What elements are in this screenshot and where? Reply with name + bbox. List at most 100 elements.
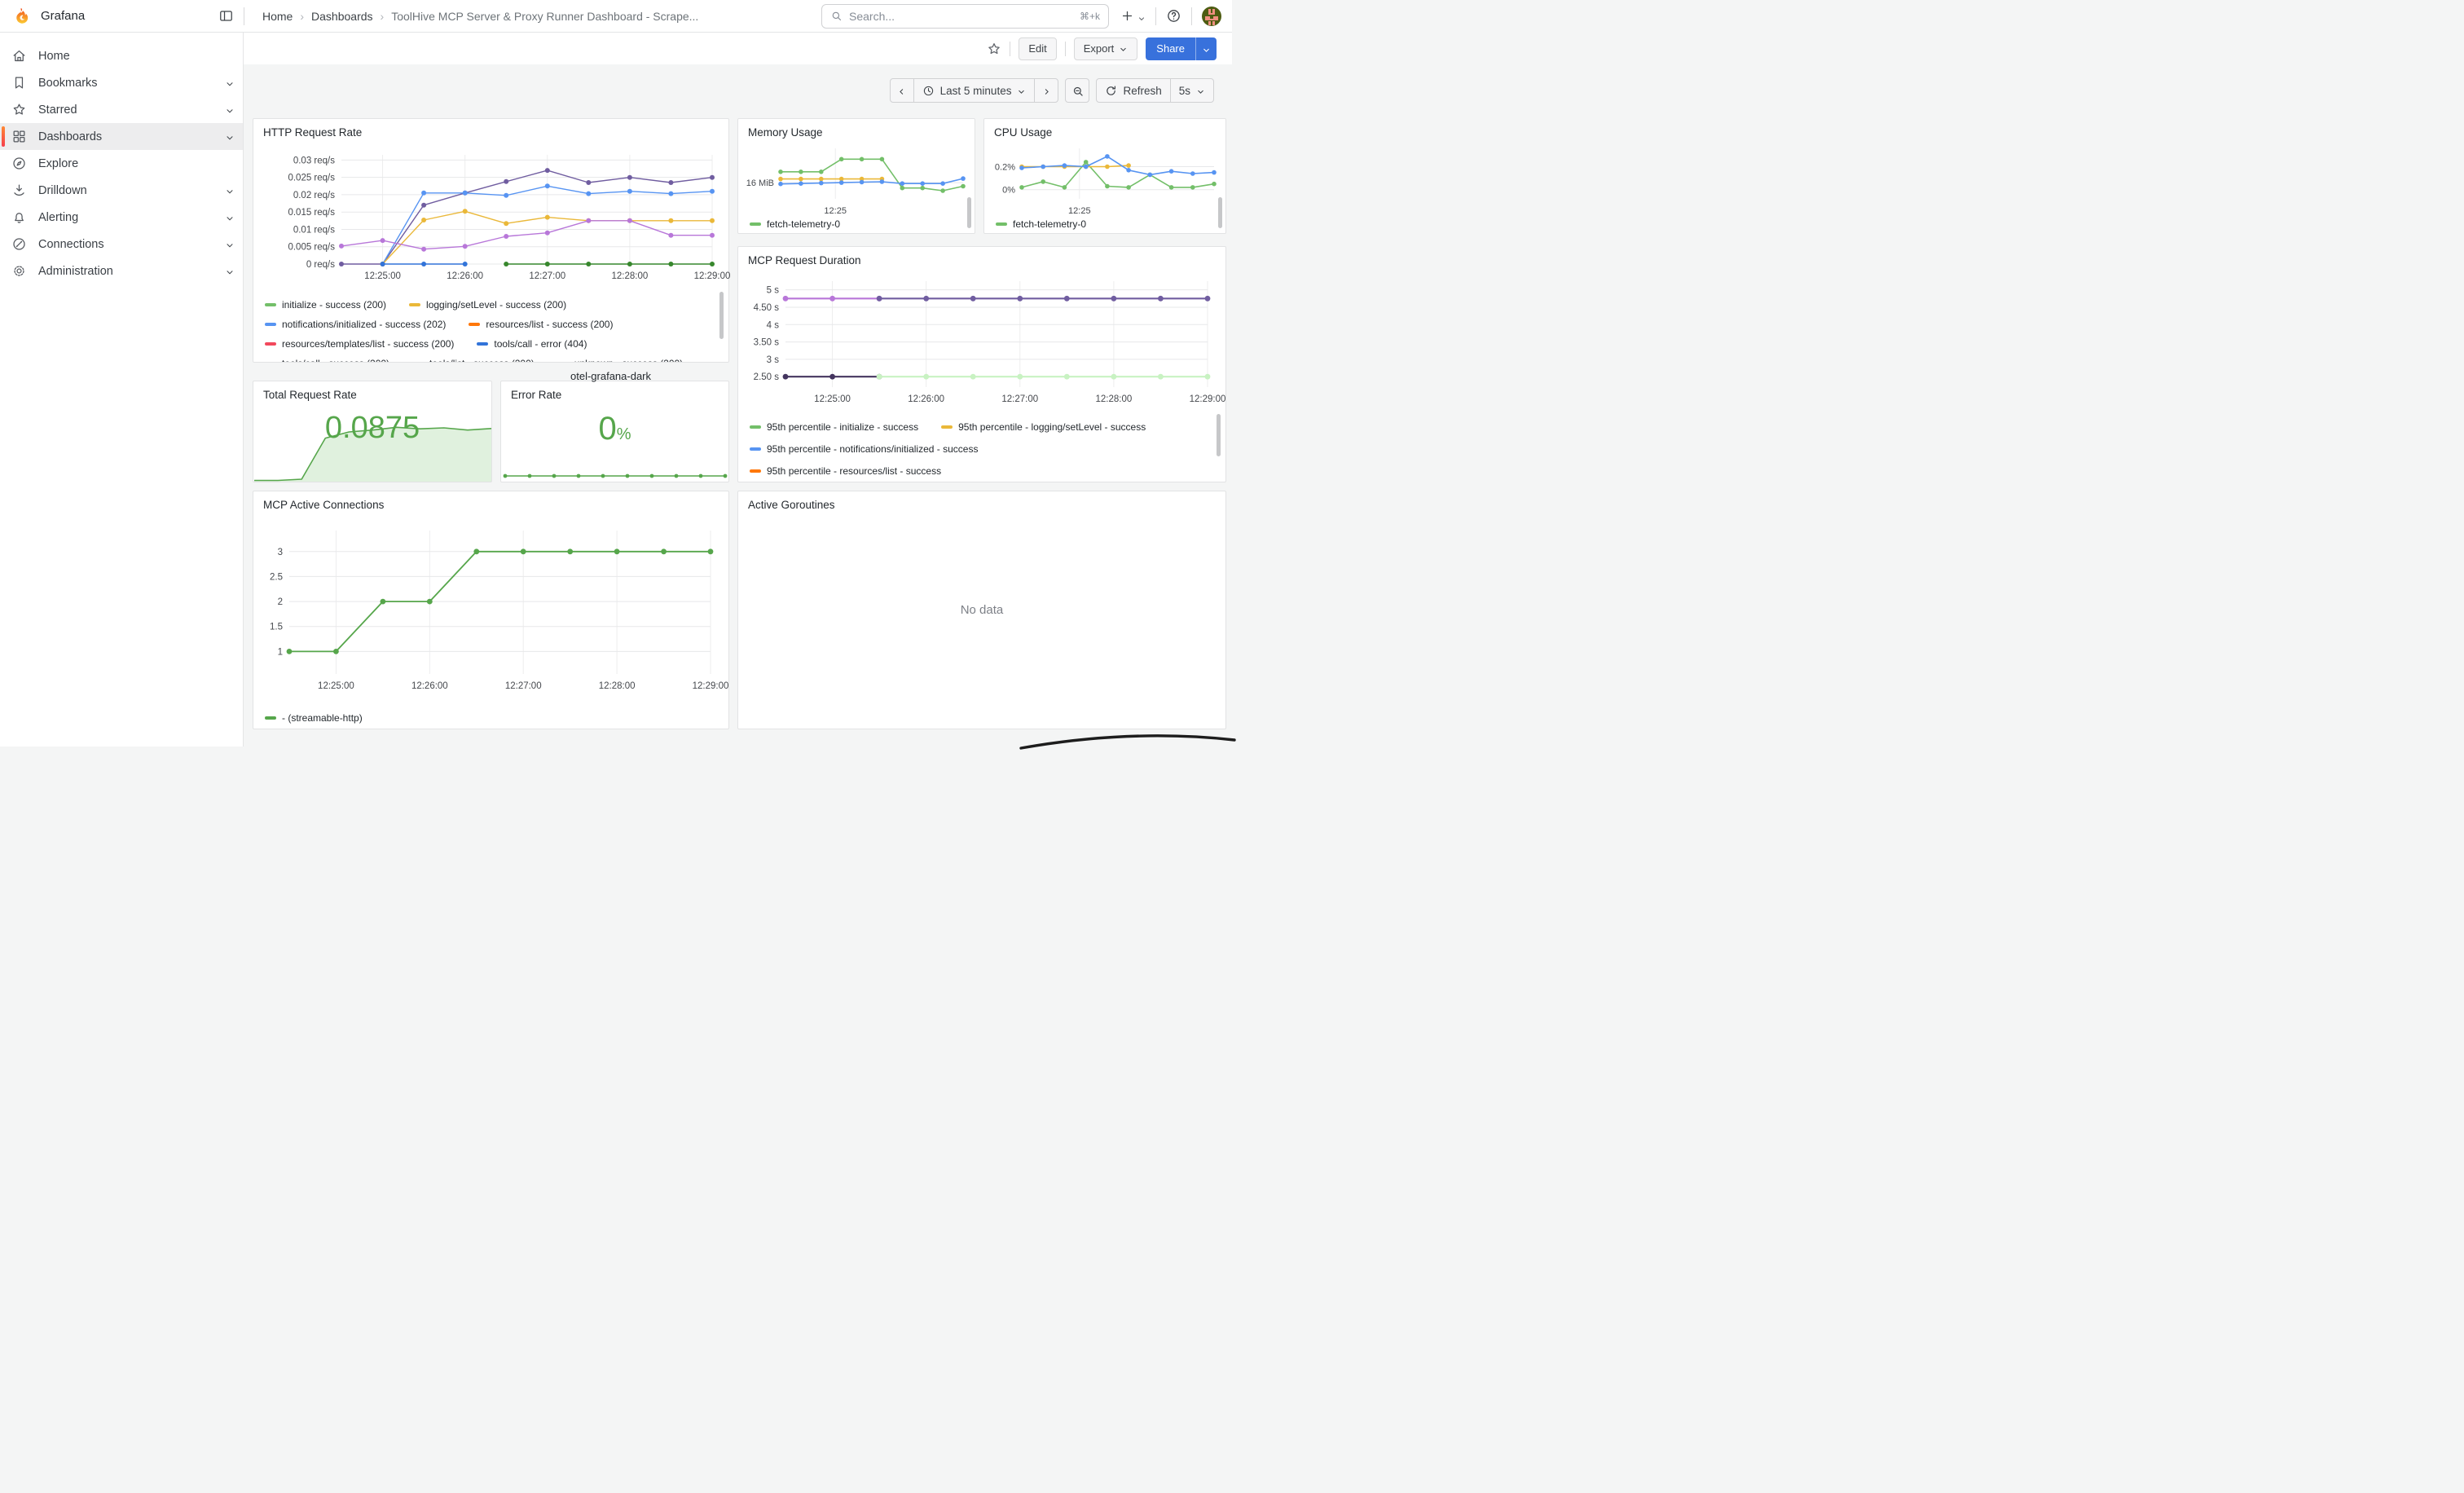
legend-item[interactable]: 95th percentile - resources/list - succe… xyxy=(750,465,941,477)
search-input[interactable]: Search... ⌘+k xyxy=(821,4,1109,29)
panel-title[interactable]: CPU Usage xyxy=(984,119,1225,139)
legend-item[interactable]: fetch-telemetry-0 xyxy=(996,218,1086,230)
legend-item[interactable]: 95th percentile - initialize - success xyxy=(750,421,918,433)
favorite-star-icon[interactable] xyxy=(987,42,1001,56)
time-range-picker[interactable]: Last 5 minutes xyxy=(913,78,1036,103)
legend-row: notifications/initialized - success (202… xyxy=(265,315,717,334)
header-divider xyxy=(1191,7,1192,25)
svg-text:12:26:00: 12:26:00 xyxy=(447,271,483,281)
legend-label: initialize - success (200) xyxy=(282,299,386,310)
mcp-request-duration-chart[interactable]: 5 s4.50 s4 s3.50 s3 s2.50 s12:25:0012:26… xyxy=(745,271,1221,412)
panel-title[interactable]: HTTP Request Rate xyxy=(253,119,728,139)
refresh-button[interactable]: Refresh xyxy=(1096,78,1170,103)
panel-error-rate: Error Rate 0% xyxy=(500,381,729,482)
breadcrumb-item[interactable]: Home xyxy=(262,10,293,23)
legend-item[interactable]: tools/call - error (404) xyxy=(477,338,587,350)
sidebar-item-label: Explore xyxy=(38,157,78,170)
legend-item[interactable]: 95th percentile - logging/setLevel - suc… xyxy=(941,421,1146,433)
legend-item[interactable]: resources/templates/list - success (200) xyxy=(265,338,454,350)
refresh-icon xyxy=(1105,85,1117,97)
http-request-rate-chart[interactable]: 0 req/s0.005 req/s0.01 req/s0.015 req/s0… xyxy=(260,143,724,290)
stat-value: 0.0875 xyxy=(253,411,491,446)
refresh-interval-select[interactable]: 5s xyxy=(1170,78,1214,103)
time-shift-back-button[interactable] xyxy=(890,78,914,103)
legend-scrollbar[interactable] xyxy=(1218,197,1222,228)
legend-item[interactable]: initialize - success (200) xyxy=(265,299,386,310)
legend-item[interactable]: 95th percentile - notifications/initiali… xyxy=(750,443,978,455)
legend-item[interactable]: tools/call - success (200) xyxy=(265,358,389,362)
breadcrumb-item[interactable]: Dashboards xyxy=(311,10,373,23)
panel-mcp-active-connections: MCP Active Connections 32.521.5112:25:00… xyxy=(253,491,729,729)
legend-label: - (streamable-http) xyxy=(282,712,363,724)
chevron-down-icon[interactable] xyxy=(225,78,235,88)
help-icon[interactable] xyxy=(1166,8,1181,24)
sidebar-item-explore[interactable]: Explore xyxy=(0,150,243,177)
chevron-down-icon[interactable] xyxy=(225,213,235,222)
sidebar-item-starred[interactable]: Starred xyxy=(0,96,243,123)
svg-text:0.02 req/s: 0.02 req/s xyxy=(293,191,335,200)
sidebar-item-administration[interactable]: Administration xyxy=(0,258,243,284)
legend-item[interactable]: resources/list - success (200) xyxy=(469,319,613,330)
chevron-down-icon[interactable] xyxy=(225,186,235,196)
svg-text:12:28:00: 12:28:00 xyxy=(599,681,636,691)
chevron-down-icon[interactable] xyxy=(225,240,235,249)
svg-text:4.50 s: 4.50 s xyxy=(754,303,780,313)
drilldown-icon xyxy=(11,183,27,198)
legend-item[interactable]: - (streamable-http) xyxy=(265,712,363,724)
memory-usage-chart[interactable]: 16 MiB12:25 xyxy=(743,140,971,218)
breadcrumb-separator: › xyxy=(300,10,304,23)
chevron-down-icon[interactable] xyxy=(225,266,235,276)
share-button[interactable]: Share xyxy=(1146,37,1195,60)
mega-menu-toggle-icon[interactable] xyxy=(216,7,235,26)
legend-row: resources/templates/list - success (200)… xyxy=(265,334,717,354)
sidebar-item-dashboards[interactable]: Dashboards xyxy=(0,123,243,150)
sidebar-item-bookmarks[interactable]: Bookmarks xyxy=(0,69,243,96)
svg-text:12:25: 12:25 xyxy=(1068,206,1091,216)
cpu-usage-chart[interactable]: 0.2%0%12:25 xyxy=(989,140,1222,218)
legend-scrollbar[interactable] xyxy=(967,197,971,228)
time-controls: Last 5 minutes xyxy=(890,78,1214,103)
search-icon xyxy=(830,10,843,22)
legend-scrollbar[interactable] xyxy=(719,292,724,339)
legend-scrollbar[interactable] xyxy=(1217,414,1221,456)
share-menu-chevron[interactable] xyxy=(1195,37,1217,60)
zoom-out-button[interactable] xyxy=(1065,78,1089,103)
sidebar-item-drilldown[interactable]: Drilldown xyxy=(0,177,243,204)
legend-item[interactable]: tools/list - success (200) xyxy=(412,358,535,362)
panel-title[interactable]: Error Rate xyxy=(501,381,728,401)
bell-icon xyxy=(11,209,27,225)
legend-row: fetch-telemetry-0 xyxy=(996,217,1214,231)
edit-button[interactable]: Edit xyxy=(1019,37,1056,60)
grafana-logo-icon[interactable] xyxy=(13,7,31,25)
user-avatar[interactable] xyxy=(1202,7,1221,26)
svg-text:2.50 s: 2.50 s xyxy=(754,372,780,382)
legend-row: 95th percentile - resources/list - succe… xyxy=(750,460,1214,481)
legend-label: fetch-telemetry-0 xyxy=(1013,218,1086,230)
error-rate-sparkline xyxy=(502,469,728,480)
panel-title[interactable]: Memory Usage xyxy=(738,119,975,139)
new-button[interactable] xyxy=(1120,9,1146,23)
svg-text:0 req/s: 0 req/s xyxy=(306,260,335,270)
cpu-legend: fetch-telemetry-0 xyxy=(996,217,1214,231)
stat-value: 0% xyxy=(501,411,728,447)
legend-item[interactable]: unknown - success (200) xyxy=(557,358,683,362)
svg-text:16 MiB: 16 MiB xyxy=(746,178,774,188)
svg-text:0.2%: 0.2% xyxy=(995,163,1015,173)
sidebar-item-home[interactable]: Home xyxy=(0,42,243,69)
svg-text:12:29:00: 12:29:00 xyxy=(694,271,731,281)
legend-item[interactable]: notifications/initialized - success (202… xyxy=(265,319,446,330)
home-icon xyxy=(11,48,27,64)
legend-item[interactable]: fetch-telemetry-0 xyxy=(750,218,840,230)
legend-item[interactable]: logging/setLevel - success (200) xyxy=(409,299,566,310)
panel-title[interactable]: MCP Request Duration xyxy=(738,247,1225,266)
sidebar-item-alerting[interactable]: Alerting xyxy=(0,204,243,231)
sidebar-item-connections[interactable]: Connections xyxy=(0,231,243,258)
legend-swatch xyxy=(750,222,761,226)
duration-legend: 95th percentile - initialize - success 95… xyxy=(750,416,1214,481)
mcp-active-connections-chart[interactable]: 32.521.5112:25:0012:26:0012:27:0012:28:0… xyxy=(260,519,724,705)
chevron-down-icon[interactable] xyxy=(225,105,235,115)
panel-title[interactable]: MCP Active Connections xyxy=(253,491,728,511)
time-shift-forward-button[interactable] xyxy=(1034,78,1058,103)
export-button[interactable]: Export xyxy=(1074,37,1138,60)
chevron-down-icon[interactable] xyxy=(225,132,235,142)
